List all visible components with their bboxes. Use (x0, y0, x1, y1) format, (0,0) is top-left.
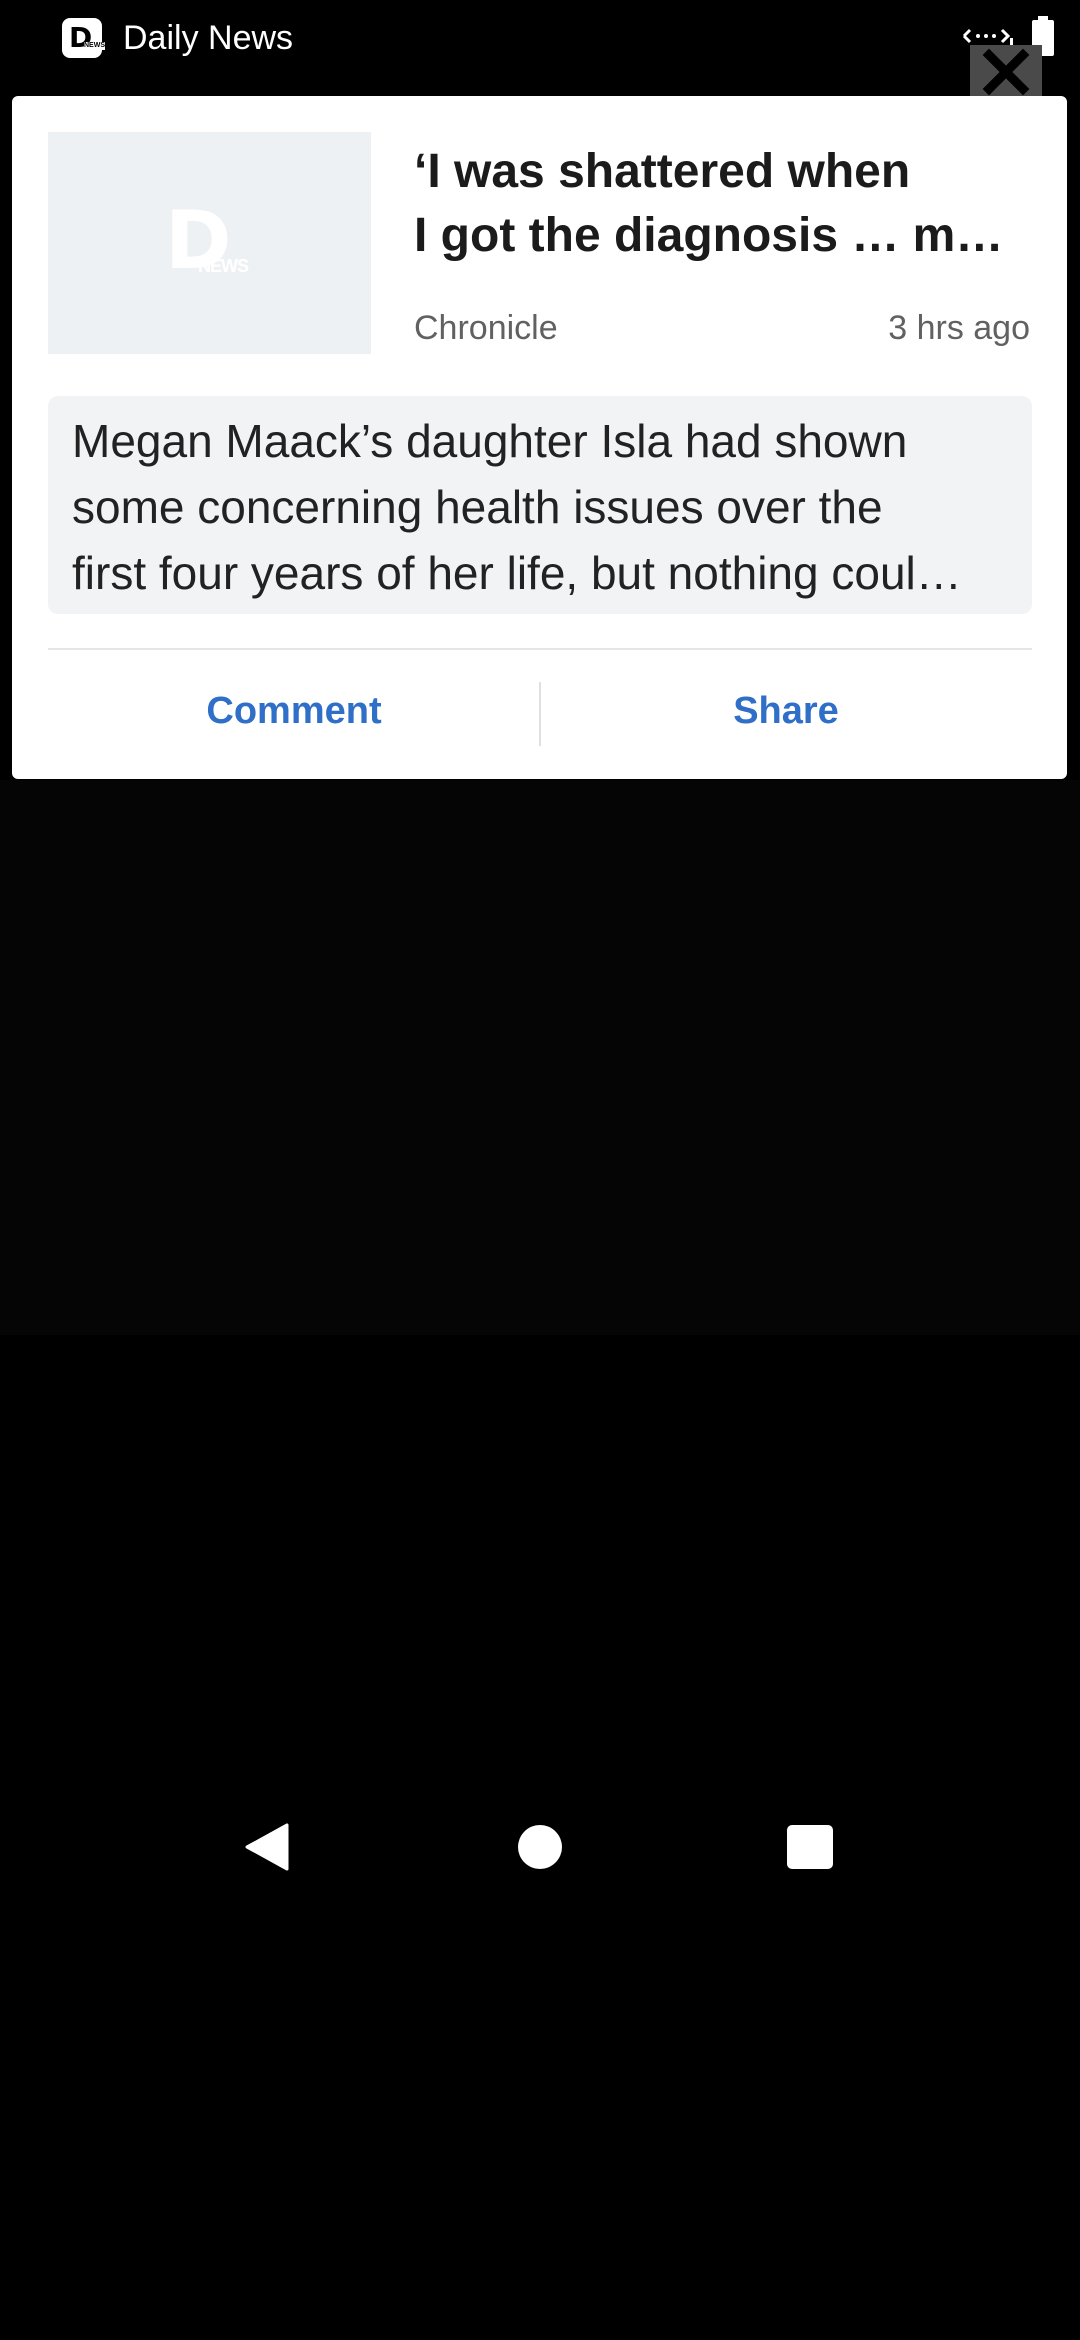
recent-apps-icon[interactable] (787, 1825, 833, 1869)
thumbnail-logo-word: NEWS (198, 256, 249, 276)
app-logo-icon: D NEWS (62, 18, 105, 58)
article-summary: Megan Maack’s daughter Isla had shown so… (72, 415, 962, 599)
article-time: 3 hrs ago (888, 309, 1030, 347)
close-button[interactable] (970, 45, 1042, 100)
back-icon[interactable] (243, 1822, 289, 1872)
app-logo-word: NEWS (84, 42, 105, 50)
article-card[interactable]: D NEWS ‘I was shattered when I got the d… (12, 96, 1067, 779)
app-bar: D NEWS Daily News (0, 0, 1080, 80)
article-source: Chronicle (414, 309, 558, 347)
article-thumbnail: D NEWS (48, 132, 371, 354)
article-summary-box[interactable]: Megan Maack’s daughter Isla had shown so… (48, 396, 1032, 614)
share-button[interactable]: Share (540, 681, 1032, 741)
app-title: Daily News (123, 19, 294, 57)
article-headline[interactable]: ‘I was shattered when I got the diagnosi… (414, 140, 1037, 268)
dim-overlay[interactable] (0, 780, 1080, 1335)
home-icon[interactable] (518, 1825, 562, 1869)
close-icon (982, 48, 1030, 96)
divider (48, 648, 1032, 650)
comment-button[interactable]: Comment (48, 681, 540, 741)
